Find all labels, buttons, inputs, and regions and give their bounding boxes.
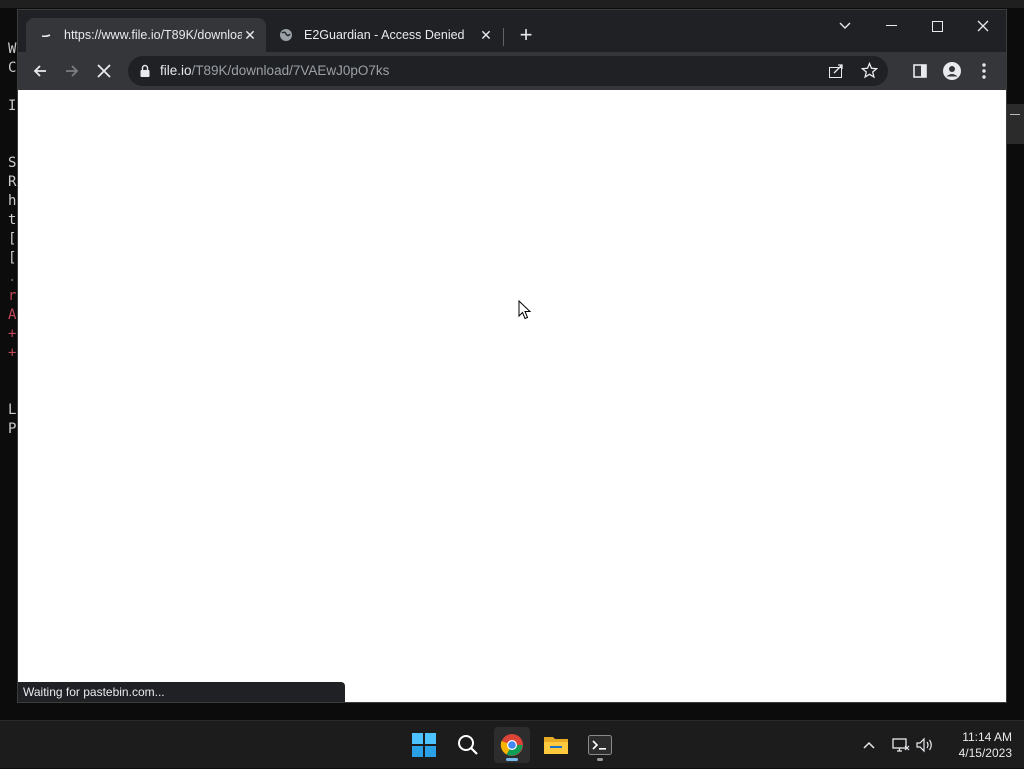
open-indicator (597, 758, 603, 761)
search-icon (458, 735, 478, 755)
share-icon[interactable] (828, 63, 844, 84)
file-explorer-icon (544, 737, 568, 754)
page-content[interactable]: Waiting for pastebin.com... (18, 90, 1006, 702)
terminal-line: W (8, 41, 17, 57)
globe-icon (278, 27, 294, 43)
maximize-icon (931, 20, 943, 32)
close-tab-icon[interactable]: ✕ (242, 27, 258, 43)
kebab-menu-icon (982, 63, 986, 79)
loading-icon (38, 27, 54, 43)
side-panel-button[interactable] (906, 57, 934, 85)
browser-window: https://www.file.io/T89K/download/7VAEwJ… (18, 10, 1006, 702)
active-indicator (506, 758, 518, 761)
status-bubble: Waiting for pastebin.com... (18, 682, 345, 702)
start-icon (412, 733, 436, 757)
back-button[interactable] (26, 57, 54, 85)
arrow-left-icon (33, 65, 46, 77)
terminal-line: C (8, 60, 17, 76)
chevron-up-icon (863, 741, 875, 749)
terminal-line: + (8, 326, 17, 342)
bookmark-star-icon[interactable] (860, 61, 879, 84)
tab-file-io[interactable]: https://www.file.io/T89K/download/7VAEwJ… (26, 18, 266, 52)
terminal-line: . (8, 269, 17, 285)
terminal-line: h (8, 193, 17, 209)
taskbar: 11:14 AM 4/15/2023 (0, 720, 1024, 768)
file-explorer-button[interactable] (538, 727, 574, 763)
profile-button[interactable] (938, 57, 966, 85)
stop-icon (97, 64, 111, 78)
forward-button[interactable] (58, 57, 86, 85)
chevron-down-icon (839, 22, 851, 29)
close-window-button[interactable] (960, 10, 1006, 42)
start-button[interactable] (406, 727, 442, 763)
speaker-icon (916, 737, 932, 753)
clock-time: 11:14 AM (962, 730, 1012, 744)
terminal-line: + (8, 345, 17, 361)
maximize-button[interactable] (914, 10, 960, 42)
url-domain: file.io (160, 63, 192, 78)
terminal-line: t (8, 212, 17, 228)
terminal-side-button[interactable] (1006, 104, 1024, 144)
clock[interactable]: 11:14 AM 4/15/2023 (942, 729, 1012, 761)
tab-separator (503, 28, 504, 46)
terminal-line: I (8, 98, 17, 114)
tab-e2guardian[interactable]: E2Guardian - Access Denied ✕ (266, 18, 502, 52)
tab-search-button[interactable] (822, 10, 868, 42)
new-tab-button[interactable]: + (514, 24, 538, 48)
network-icon (892, 738, 910, 752)
terminal-taskbar-button[interactable] (582, 727, 618, 763)
minimize-icon (885, 25, 897, 26)
terminal-line: r (8, 288, 17, 304)
volume-button[interactable] (914, 721, 936, 769)
address-bar[interactable]: file.io/T89K/download/7VAEwJ0pO7ks (128, 56, 888, 86)
terminal-line: L (8, 402, 17, 418)
clock-date: 4/15/2023 (958, 746, 1012, 760)
tab-title: https://www.file.io/T89K/download/7VAEwJ… (64, 28, 242, 42)
arrow-right-icon (66, 65, 79, 77)
close-tab-icon[interactable]: ✕ (478, 27, 494, 43)
url-text: file.io/T89K/download/7VAEwJ0pO7ks (160, 63, 389, 78)
terminal-icon (588, 735, 612, 755)
network-button[interactable] (890, 721, 912, 769)
tab-title: E2Guardian - Access Denied (304, 28, 465, 42)
terminal-line: R (8, 174, 17, 190)
lock-icon (140, 64, 150, 77)
terminal-line: P (8, 421, 17, 437)
terminal-title-bar (0, 0, 1024, 8)
terminal-line: [ (8, 250, 17, 266)
chrome-icon (500, 734, 523, 756)
profile-icon (943, 62, 961, 80)
tab-strip: https://www.file.io/T89K/download/7VAEwJ… (18, 10, 1006, 52)
terminal-line: [ (8, 231, 17, 247)
stop-loading-button[interactable] (90, 57, 118, 85)
mouse-cursor-icon (518, 299, 532, 325)
url-path: /T89K/download/7VAEwJ0pO7ks (191, 63, 390, 78)
side-panel-icon (913, 64, 927, 78)
terminal-line: S (8, 155, 17, 171)
close-icon (977, 20, 989, 32)
menu-button[interactable] (970, 57, 998, 85)
minimize-button[interactable] (868, 10, 914, 42)
terminal-line: A (8, 307, 17, 323)
show-hidden-icons-button[interactable] (858, 721, 880, 769)
search-button[interactable] (450, 727, 486, 763)
browser-toolbar: file.io/T89K/download/7VAEwJ0pO7ks (18, 52, 1006, 90)
chrome-taskbar-button[interactable] (494, 727, 530, 763)
